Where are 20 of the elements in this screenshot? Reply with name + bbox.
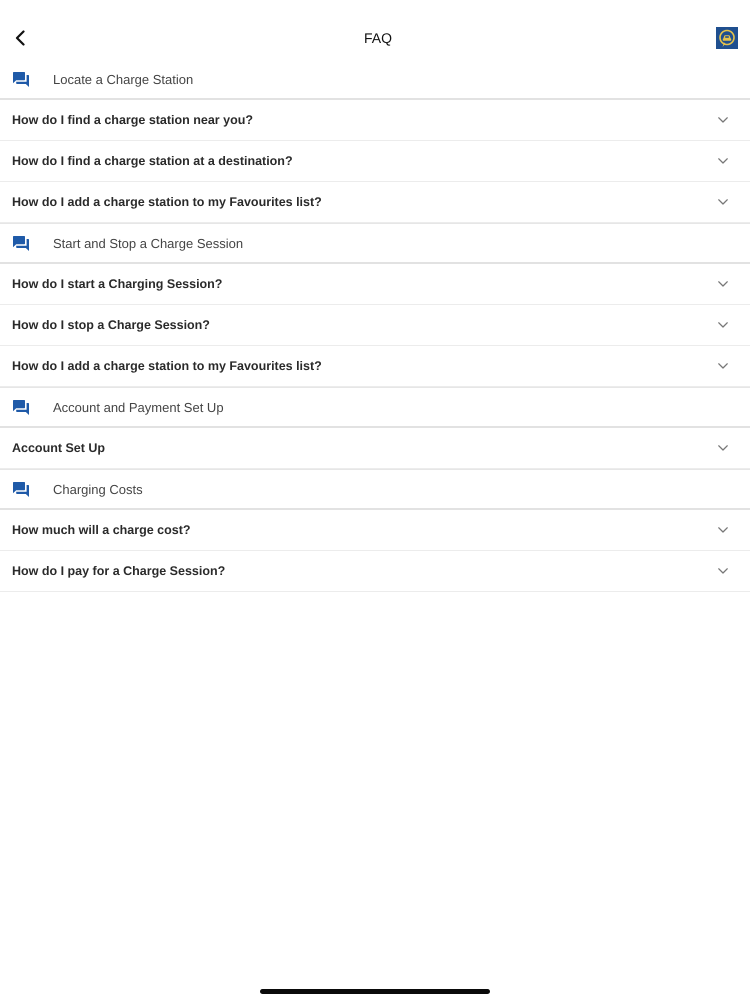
chat-bubbles-icon	[13, 482, 29, 496]
chevron-down-icon[interactable]	[718, 527, 728, 533]
chevron-down-icon[interactable]	[718, 158, 728, 164]
chevron-down-icon[interactable]	[718, 322, 728, 328]
section-title: Start and Stop a Charge Session	[53, 236, 244, 250]
chat-bubbles-icon	[13, 400, 29, 414]
section-title: Charging Costs	[53, 482, 143, 496]
section-title: Locate a Charge Station	[53, 72, 194, 86]
chevron-down-icon[interactable]	[718, 445, 728, 451]
chevron-down-icon[interactable]	[718, 363, 728, 369]
chat-bubbles-icon	[13, 236, 29, 250]
back-icon[interactable]	[14, 30, 26, 46]
chevron-down-icon[interactable]	[718, 199, 728, 205]
chevron-down-icon[interactable]	[718, 568, 728, 574]
chat-bubbles-icon	[13, 72, 29, 86]
section-title: Account and Payment Set Up	[53, 400, 224, 414]
chevron-down-icon[interactable]	[718, 117, 728, 123]
chevron-down-icon[interactable]	[718, 281, 728, 287]
car-badge-icon	[716, 27, 738, 49]
page-title: FAQ	[362, 30, 393, 46]
